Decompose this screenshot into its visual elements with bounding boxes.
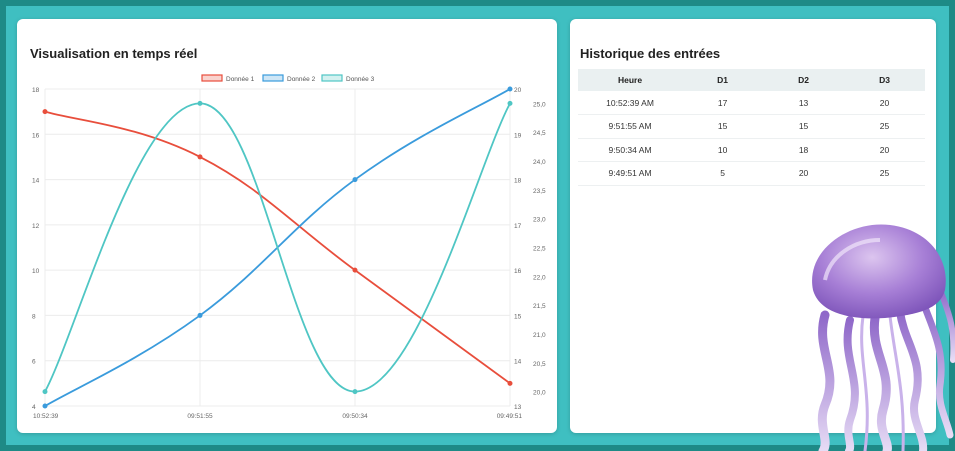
jellyfish-illustration	[812, 224, 955, 451]
table-cell: 9:51:55 AM	[578, 114, 683, 139]
data-point	[507, 380, 513, 386]
y-axis-left-tick: 4	[32, 404, 36, 411]
table-cell: 9:49:51 AM	[578, 161, 683, 186]
y-axis-right-tick: 24,5	[533, 130, 546, 137]
column-header-d1: D1	[682, 69, 764, 91]
table-cell: 15	[763, 114, 845, 139]
table-row: 9:49:51 AM 5 20 25	[578, 161, 925, 186]
table-cell: 25	[844, 114, 925, 139]
y-axis-right-tick: 24,0	[533, 159, 546, 166]
y-axis-right-tick: 15	[514, 313, 522, 320]
y-axis-right-tick: 20	[514, 87, 522, 94]
table-cell: 18	[763, 138, 845, 162]
data-point	[352, 267, 358, 273]
y-axis-left-tick: 8	[32, 313, 36, 320]
x-axis-tick: 09:49:51	[497, 413, 523, 420]
y-axis-right-tick: 20,5	[533, 361, 546, 368]
table-row: 9:50:34 AM 10 18 20	[578, 138, 925, 162]
data-point	[352, 177, 358, 183]
series-line-3	[44, 102, 511, 393]
y-axis-right-tick: 14	[514, 359, 522, 366]
data-point	[197, 154, 203, 160]
y-axis-right-tick: 13	[514, 404, 522, 411]
legend-label: Donnée 1	[226, 76, 255, 83]
legend-label: Donnée 3	[346, 76, 375, 83]
y-axis-right-tick: 23,5	[533, 188, 546, 195]
data-point	[197, 312, 203, 318]
legend-swatch	[262, 74, 284, 82]
y-axis-right-tick: 17	[514, 223, 522, 230]
table-cell: 20	[844, 138, 925, 162]
table-row: 10:52:39 AM 17 13 20	[578, 91, 925, 115]
y-axis-left-tick: 16	[32, 132, 40, 139]
table-cell: 10:52:39 AM	[578, 91, 683, 115]
y-axis-left-tick: 14	[32, 178, 40, 185]
y-axis-right-tick: 25,0	[533, 101, 546, 108]
y-axis-right-tick: 16	[514, 268, 522, 275]
data-point	[197, 100, 203, 106]
column-header-d2: D2	[763, 69, 845, 91]
y-axis-right-tick: 23,0	[533, 217, 546, 224]
table-cell: 20	[763, 161, 845, 186]
table-cell: 5	[682, 161, 764, 186]
history-card-title: Historique des entrées	[580, 46, 721, 61]
data-point	[42, 403, 48, 409]
table-cell: 9:50:34 AM	[578, 138, 683, 162]
y-axis-left-tick: 12	[32, 223, 40, 230]
y-axis-right-tick: 20,0	[533, 390, 546, 397]
table-cell: 20	[844, 91, 925, 115]
table-cell: 10	[682, 138, 764, 162]
table-row: 9:51:55 AM 15 15 25	[578, 114, 925, 139]
y-axis-left-tick: 6	[32, 359, 36, 366]
x-axis-tick: 10:52:39	[33, 413, 59, 420]
data-point	[42, 389, 48, 395]
y-axis-left-tick: 18	[32, 87, 40, 94]
history-table: Heure D1 D2 D3 10:52:39 AM 17 13 20 9:51…	[578, 69, 925, 186]
column-header-heure: Heure	[578, 69, 683, 91]
y-axis-right-tick: 21,5	[533, 303, 546, 310]
column-header-d3: D3	[844, 69, 925, 91]
y-axis-right-tick: 19	[514, 132, 522, 139]
y-axis-right-tick: 22,5	[533, 246, 546, 253]
chart-card: Visualisation en temps réel 4 6 8 10 12 14 16 1…	[17, 19, 557, 433]
y-axis-right-tick: 22,0	[533, 274, 546, 281]
data-point	[42, 109, 48, 115]
y-axis-left-tick: 10	[32, 268, 40, 275]
table-cell: 25	[844, 161, 925, 186]
legend-swatch	[321, 74, 343, 82]
line-chart: 4 6 8 10 12 14 16 18 10:52:39 09:51:55 09:50:34 09:…	[32, 74, 546, 420]
table-cell: 17	[682, 91, 764, 115]
legend-label: Donnée 2	[287, 76, 316, 83]
data-point	[507, 86, 513, 92]
table-cell: 15	[682, 114, 764, 139]
x-axis-tick: 09:50:34	[342, 413, 368, 420]
data-point	[352, 389, 358, 395]
x-axis-tick: 09:51:55	[187, 413, 213, 420]
y-axis-right-tick: 21,0	[533, 332, 546, 339]
legend-swatch	[201, 74, 223, 82]
data-point	[507, 100, 513, 106]
y-axis-right-tick: 18	[514, 178, 522, 185]
table-cell: 13	[763, 91, 845, 115]
table-header-row: Heure D1 D2 D3	[578, 69, 925, 91]
